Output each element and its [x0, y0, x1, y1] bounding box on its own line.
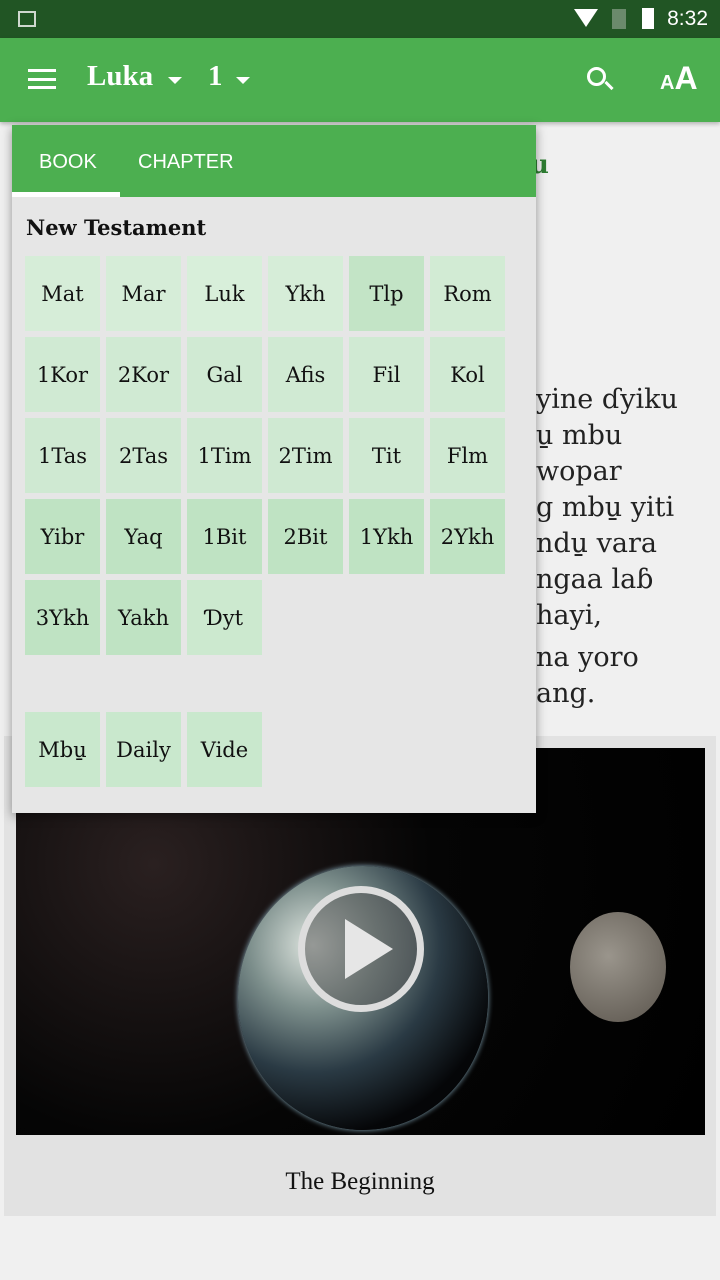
book-button[interactable]: Flm [430, 418, 505, 493]
book-button[interactable]: 2Bit [268, 499, 343, 574]
clock: 8:32 [667, 7, 708, 30]
extra-book-button[interactable]: Mbu̱ [25, 712, 100, 787]
book-button[interactable]: Kol [430, 337, 505, 412]
book-button[interactable]: 1Kor [25, 337, 100, 412]
book-button[interactable]: 2Tas [106, 418, 181, 493]
menu-icon[interactable] [28, 69, 56, 89]
section-heading: New Testament [26, 215, 207, 240]
book-button[interactable]: 2Ykh [430, 499, 505, 574]
tab-book[interactable]: BOOK [39, 151, 97, 174]
book-button[interactable]: Ykh [268, 256, 343, 331]
video-title: The Beginning [285, 1168, 435, 1195]
book-button[interactable]: 1Tas [25, 418, 100, 493]
extra-book-button[interactable]: Daily [106, 712, 181, 787]
book-button[interactable]: Tlp [349, 256, 424, 331]
book-button[interactable]: Yaq [106, 499, 181, 574]
text-size-icon[interactable]: AA [660, 60, 698, 97]
chapter-selector[interactable]: 1 [208, 60, 223, 93]
status-bar: 8:32 [0, 0, 720, 38]
book-button[interactable]: Mar [106, 256, 181, 331]
app-toolbar: Luka 1 AA [0, 38, 720, 122]
book-button[interactable]: 2Kor [106, 337, 181, 412]
book-button[interactable]: Luk [187, 256, 262, 331]
verse-line: yine ɗyiku [536, 384, 678, 415]
verse-line: ngaa laɓ [536, 564, 654, 595]
chevron-down-icon[interactable] [168, 77, 182, 84]
moon-image [570, 912, 666, 1022]
extra-book-button[interactable]: Vide [187, 712, 262, 787]
book-selector[interactable]: Luka [87, 60, 153, 93]
gallery-notification-icon [18, 11, 36, 27]
book-button[interactable]: 1Tim [187, 418, 262, 493]
search-icon-handle [604, 80, 614, 91]
no-sim-icon [612, 9, 626, 29]
book-button[interactable]: 2Tim [268, 418, 343, 493]
verse-line: na yoro [536, 642, 639, 673]
book-button[interactable]: Gal [187, 337, 262, 412]
verse-line: hayi, [536, 600, 602, 631]
verse-line: g mbu̱ yiti [536, 492, 675, 523]
verse-line: wopar [536, 456, 622, 487]
search-icon[interactable] [587, 67, 606, 86]
tab-chapter[interactable]: CHAPTER [138, 151, 234, 174]
tab-bar: BOOK CHAPTER [12, 125, 536, 197]
book-button[interactable]: Ɗyt [187, 580, 262, 655]
book-button[interactable]: Afis [268, 337, 343, 412]
book-chooser-popup: BOOK CHAPTER New Testament Mat Mar Luk Ykh T… [12, 125, 536, 813]
book-button[interactable]: Mat [25, 256, 100, 331]
book-button[interactable]: Fil [349, 337, 424, 412]
book-button[interactable]: Rom [430, 256, 505, 331]
book-button[interactable]: 3Ykh [25, 580, 100, 655]
active-tab-indicator [12, 192, 120, 197]
book-button[interactable]: Yakh [106, 580, 181, 655]
wifi-icon [574, 9, 598, 27]
verse-line: u̱ mbu [536, 420, 623, 451]
verse-line: ndu̱ vara [536, 528, 657, 559]
book-button[interactable]: Tit [349, 418, 424, 493]
verse-line: ang. [536, 678, 596, 709]
chevron-down-icon[interactable] [236, 77, 250, 84]
battery-icon [642, 8, 654, 29]
book-button[interactable]: Yibr [25, 499, 100, 574]
book-button[interactable]: 1Bit [187, 499, 262, 574]
book-button[interactable]: 1Ykh [349, 499, 424, 574]
play-icon[interactable] [298, 886, 424, 1012]
